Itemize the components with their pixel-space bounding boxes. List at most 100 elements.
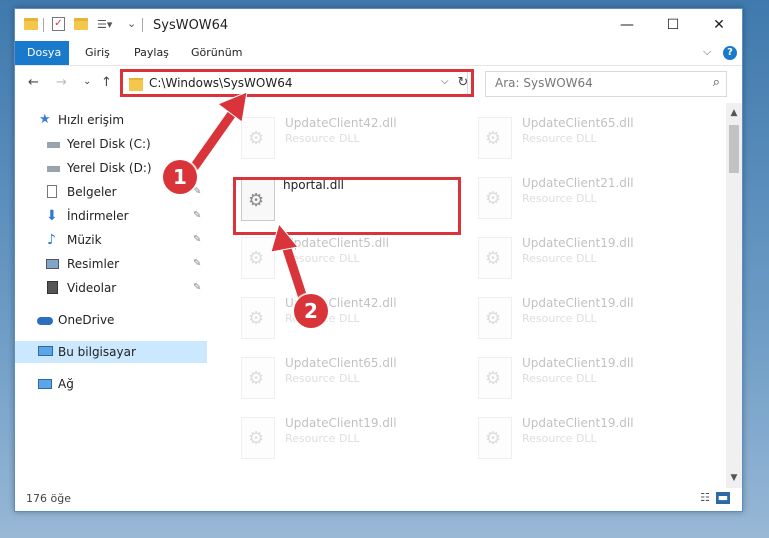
dll-file-icon: ⚙	[241, 297, 275, 339]
file-type: Resource DLL	[285, 372, 360, 385]
vertical-scrollbar[interactable]: ▲ ▼	[726, 103, 742, 488]
dll-file-icon: ⚙	[241, 357, 275, 399]
file-type: Resource DLL	[522, 432, 597, 445]
divider	[142, 18, 143, 32]
file-type: Resource DLL	[522, 372, 597, 385]
sidebar-item-drive-c[interactable]: Yerel Disk (C:)	[15, 133, 207, 155]
minimize-button[interactable]: —	[604, 9, 650, 41]
properties-icon[interactable]: ✓	[52, 17, 65, 31]
tab-file[interactable]: Dosya	[15, 41, 69, 65]
sidebar-item-label: Bu bilgisayar	[58, 345, 136, 359]
pin-icon[interactable]: ✎	[193, 253, 201, 275]
drive-icon	[47, 142, 60, 148]
sidebar-item-onedrive[interactable]: OneDrive	[15, 309, 207, 331]
item-count: 176 öğe	[26, 492, 71, 505]
dll-file-icon: ⚙	[478, 297, 512, 339]
pin-icon[interactable]: ✎	[193, 229, 201, 251]
sidebar-item-label: Yerel Disk (D:)	[67, 161, 152, 175]
title-bar: ✓ ☰▾ ⌄ SysWOW64 — ☐ ✕	[15, 9, 742, 41]
folder-icon	[24, 18, 38, 30]
sidebar-item-label: Hızlı erişim	[58, 113, 125, 127]
file-item[interactable]: ⚙ UpdateClient21.dll Resource DLL	[470, 173, 695, 225]
file-item[interactable]: ⚙ UpdateClient19.dll Resource DLL	[470, 233, 695, 285]
sidebar-item-downloads[interactable]: ⬇ İndirmeler ✎	[15, 205, 207, 227]
file-item[interactable]: ⚙ UpdateClient42.dll Resource DLL	[233, 113, 458, 165]
search-input[interactable]: Ara: SysWOW64	[495, 76, 593, 90]
file-name: UpdateClient19.dll	[285, 416, 397, 430]
sidebar-item-quick-access[interactable]: ★ Hızlı erişim	[15, 109, 207, 131]
file-list: ⚙ UpdateClient42.dll Resource DLL ⚙ Upda…	[211, 103, 726, 488]
videos-icon	[47, 281, 58, 294]
file-name: UpdateClient42.dll	[285, 116, 397, 130]
tab-home[interactable]: Giriş	[73, 41, 122, 65]
sidebar-item-this-pc[interactable]: Bu bilgisayar	[15, 341, 207, 363]
scroll-down-icon[interactable]: ▼	[726, 470, 742, 486]
file-name: UpdateClient65.dll	[522, 116, 634, 130]
dll-file-icon: ⚙	[241, 417, 275, 459]
file-name: UpdateClient19.dll	[522, 416, 634, 430]
status-bar: 176 öğe ☷ ▬	[15, 488, 742, 511]
pictures-icon	[46, 259, 59, 269]
file-type: Resource DLL	[522, 312, 597, 325]
file-item[interactable]: ⚙ UpdateClient19.dll Resource DLL	[233, 413, 458, 465]
dll-file-icon: ⚙	[241, 117, 275, 159]
pin-icon[interactable]: ✎	[193, 277, 201, 299]
file-name: UpdateClient19.dll	[522, 356, 634, 370]
step-badge-2: 2	[294, 294, 328, 328]
file-type: Resource DLL	[285, 432, 360, 445]
file-type: Resource DLL	[285, 132, 360, 145]
up-button[interactable]: ↑	[101, 75, 112, 90]
cloud-icon	[37, 317, 53, 325]
help-icon[interactable]: ?	[723, 46, 737, 60]
ribbon-tabs: Dosya Giriş Paylaş Görünüm ⌵ ?	[15, 41, 742, 66]
qa-dropdown-icon[interactable]: ⌄	[127, 17, 136, 30]
file-type: Resource DLL	[522, 252, 597, 265]
search-box[interactable]: Ara: SysWOW64 ⌕	[485, 71, 727, 97]
file-type: Resource DLL	[522, 132, 597, 145]
file-item[interactable]: ⚙ UpdateClient42.dll Resource DLL	[233, 293, 458, 345]
recent-locations-button[interactable]: ⌄	[83, 76, 91, 87]
music-icon: ♪	[47, 232, 56, 248]
sidebar-item-music[interactable]: ♪ Müzik ✎	[15, 229, 207, 251]
scroll-thumb[interactable]	[729, 125, 739, 173]
large-icons-view-icon[interactable]: ▬	[716, 492, 730, 504]
close-button[interactable]: ✕	[696, 9, 742, 41]
back-button[interactable]: ←	[28, 75, 39, 90]
file-item[interactable]: ⚙ UpdateClient65.dll Resource DLL	[233, 353, 458, 405]
file-item[interactable]: ⚙ UpdateClient65.dll Resource DLL	[470, 113, 695, 165]
file-name: UpdateClient19.dll	[522, 296, 634, 310]
tab-view[interactable]: Görünüm	[179, 41, 254, 65]
forward-button[interactable]: →	[56, 75, 67, 90]
sidebar-item-label: OneDrive	[58, 313, 115, 327]
customize-toolbar-icon[interactable]: ☰▾	[97, 18, 112, 31]
expand-ribbon-icon[interactable]: ⌵	[703, 45, 711, 59]
sidebar-item-network[interactable]: Ağ	[15, 373, 207, 395]
navigation-bar: ← → ⌄ ↑ C:\Windows\SysWOW64 ⌵ ↻ Ara: Sys…	[15, 66, 742, 102]
sidebar-item-label: Videolar	[67, 281, 117, 295]
refresh-button[interactable]: ↻	[452, 72, 474, 94]
explorer-window: ✓ ☰▾ ⌄ SysWOW64 — ☐ ✕ Dosya Giriş Paylaş…	[14, 8, 743, 512]
sidebar-item-label: Belgeler	[67, 185, 117, 199]
sidebar-item-videos[interactable]: Videolar ✎	[15, 277, 207, 299]
dll-file-icon: ⚙	[478, 357, 512, 399]
network-icon	[38, 379, 52, 389]
pin-icon[interactable]: ✎	[193, 205, 201, 227]
new-folder-icon[interactable]	[74, 18, 88, 30]
dll-file-icon: ⚙	[478, 117, 512, 159]
maximize-button[interactable]: ☐	[650, 9, 696, 41]
search-icon[interactable]: ⌕	[713, 75, 720, 90]
file-item[interactable]: ⚙ UpdateClient19.dll Resource DLL	[470, 353, 695, 405]
step-badge-1: 1	[163, 160, 197, 194]
sidebar-item-pictures[interactable]: Resimler ✎	[15, 253, 207, 275]
file-item[interactable]: ⚙ UpdateClient19.dll Resource DLL	[470, 413, 695, 465]
details-view-icon[interactable]: ☷	[698, 492, 712, 504]
file-highlight	[233, 177, 461, 235]
tab-share[interactable]: Paylaş	[122, 41, 181, 65]
scroll-up-icon[interactable]: ▲	[726, 105, 742, 121]
sidebar-item-label: İndirmeler	[67, 209, 129, 223]
computer-icon	[38, 346, 53, 356]
documents-icon	[47, 185, 57, 198]
file-item[interactable]: ⚙ UpdateClient19.dll Resource DLL	[470, 293, 695, 345]
file-item[interactable]: ⚙ UpdateClient5.dll Resource DLL	[233, 233, 458, 285]
download-icon: ⬇	[46, 208, 58, 224]
